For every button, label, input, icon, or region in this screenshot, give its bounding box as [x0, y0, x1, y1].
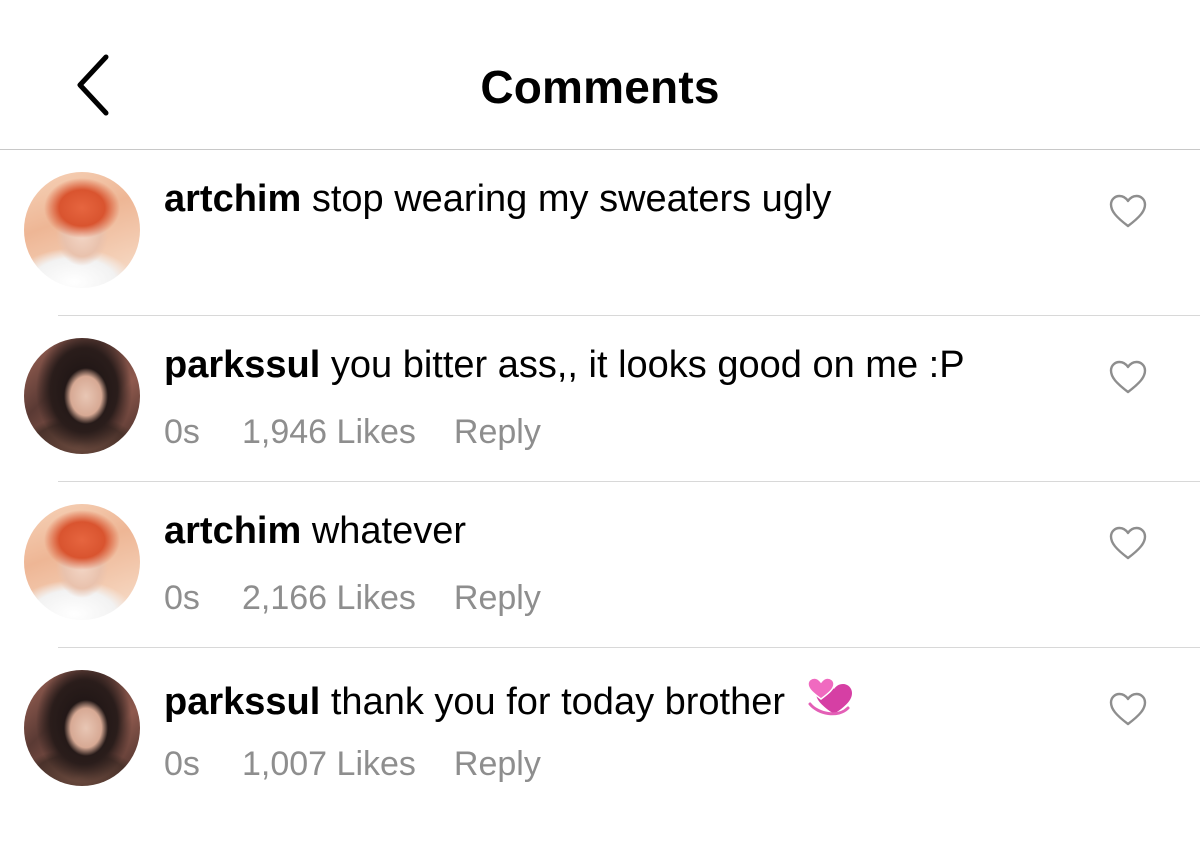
page-title: Comments — [480, 61, 720, 113]
likes-count[interactable]: 1,946 Likes — [242, 412, 416, 452]
reply-button[interactable]: Reply — [454, 412, 541, 452]
comment-row: parkssul thank you for today brother 0s 1… — [0, 648, 1200, 814]
heart-icon[interactable] — [1108, 524, 1148, 564]
comment-username[interactable]: artchim — [164, 510, 301, 552]
avatar[interactable] — [24, 670, 140, 786]
comment-time: 0s — [164, 745, 200, 783]
comment-body: whatever — [311, 510, 467, 552]
avatar[interactable] — [24, 338, 140, 454]
comment-body: you bitter ass,, it looks good on me :P — [330, 344, 965, 386]
heart-icon[interactable] — [1108, 690, 1148, 730]
comment-text: parkssul you bitter ass,, it looks good … — [164, 342, 965, 388]
comment-text: artchim stop wearing my sweaters ugly — [164, 176, 831, 222]
comment-meta: 0s 2,166 Likes Reply — [164, 578, 541, 618]
comment-body: stop wearing my sweaters ugly — [311, 178, 832, 220]
header-bar: Comments — [0, 0, 1200, 150]
reply-button[interactable]: Reply — [454, 744, 541, 784]
comment-username[interactable]: artchim — [164, 178, 301, 220]
comment-row: artchim whatever 0s 2,166 Likes Reply — [0, 482, 1200, 648]
comment-row: parkssul you bitter ass,, it looks good … — [0, 316, 1200, 482]
comment-meta: 0s 1,007 Likes Reply — [164, 744, 541, 784]
comment-time: 0s — [164, 413, 200, 451]
comment-text: parkssul thank you for today brother — [164, 674, 854, 725]
avatar[interactable] — [24, 504, 140, 620]
comment-time: 0s — [164, 579, 200, 617]
heart-icon[interactable] — [1108, 192, 1148, 232]
likes-count[interactable]: 2,166 Likes — [242, 578, 416, 618]
comment-text: artchim whatever — [164, 508, 466, 554]
comments-screen: Comments artchim stop wearing my sweater… — [0, 0, 1200, 861]
likes-count[interactable]: 1,007 Likes — [242, 744, 416, 784]
revolving-hearts-emoji-icon — [806, 677, 852, 716]
comment-meta: 0s 1,946 Likes Reply — [164, 412, 541, 452]
comment-username[interactable]: parkssul — [164, 681, 320, 723]
comment-username[interactable]: parkssul — [164, 344, 320, 386]
heart-icon[interactable] — [1108, 358, 1148, 398]
avatar[interactable] — [24, 172, 140, 288]
reply-button[interactable]: Reply — [454, 578, 541, 618]
comment-body: thank you for today brother — [330, 681, 786, 723]
comment-row: artchim stop wearing my sweaters ugly — [0, 150, 1200, 316]
